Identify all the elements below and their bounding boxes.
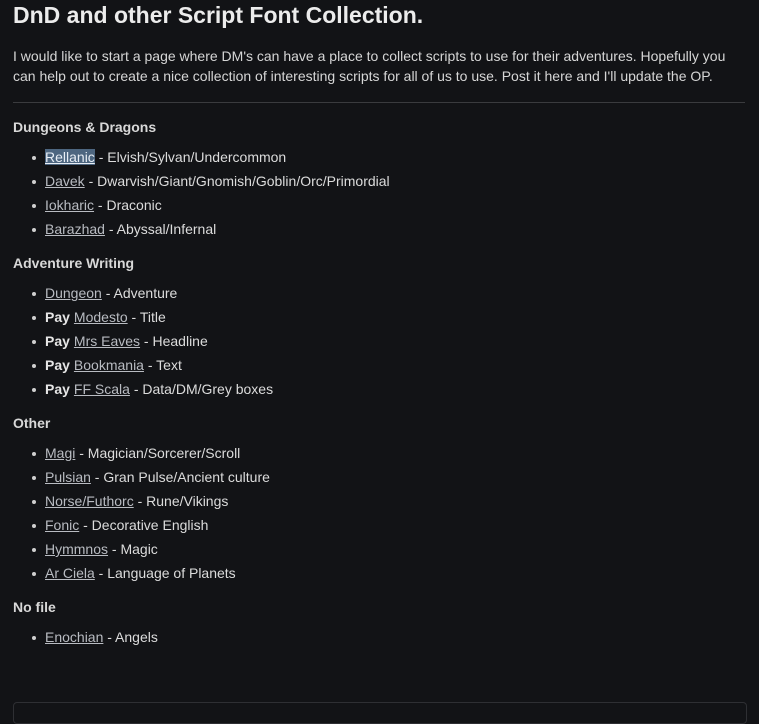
list-item: Pay Modesto - Title <box>32 305 745 329</box>
list-item: Pay Mrs Eaves - Headline <box>32 329 745 353</box>
list-item: Davek - Dwarvish/Giant/Gnomish/Goblin/Or… <box>32 169 745 193</box>
font-description: - Rune/Vikings <box>133 493 229 509</box>
page-title: DnD and other Script Font Collection. <box>13 2 424 28</box>
font-link[interactable]: Ar Ciela <box>45 565 95 581</box>
list-item: Enochian - Angels <box>32 625 745 649</box>
section: Adventure Writing Dungeon - Adventure Pay M… <box>13 253 745 401</box>
section-heading: Adventure Writing <box>13 255 135 271</box>
font-description: - Language of Planets <box>94 565 236 581</box>
font-sections: Dungeons & Dragons Rellanic - Elvish/Sylv… <box>13 117 745 661</box>
list-item: Iokharic - Draconic <box>32 193 745 217</box>
list-item: Hymmnos - Magic <box>32 537 745 561</box>
font-description: - Adventure <box>101 285 178 301</box>
font-description: - Gran Pulse/Ancient culture <box>90 469 270 485</box>
section-heading: Other <box>13 415 51 431</box>
pay-label: Pay <box>45 309 70 325</box>
font-list: Rellanic - Elvish/Sylvan/Undercommon Dave… <box>13 145 745 241</box>
intro-paragraph: I would like to start a page where DM's … <box>13 48 726 84</box>
pay-label: Pay <box>45 357 70 373</box>
section-heading: No file <box>13 599 56 615</box>
font-description: - Headline <box>140 333 208 349</box>
font-description: - Magic <box>108 541 158 557</box>
list-item: Fonic - Decorative English <box>32 513 745 537</box>
font-link[interactable]: Barazhad <box>45 221 105 237</box>
font-description: - Decorative English <box>79 517 209 533</box>
font-description: - Title <box>127 309 166 325</box>
section: Other Magi - Magician/Sorcerer/Scroll Puls… <box>13 413 745 585</box>
font-description: - Data/DM/Grey boxes <box>129 381 274 397</box>
font-link[interactable]: Modesto <box>74 309 128 325</box>
font-description: - Text <box>143 357 182 373</box>
font-link[interactable]: Iokharic <box>45 197 94 213</box>
list-item: Ar Ciela - Language of Planets <box>32 561 745 585</box>
font-link[interactable]: FF Scala <box>74 381 130 397</box>
font-link[interactable]: Hymmnos <box>45 541 108 557</box>
list-item: Barazhad - Abyssal/Infernal <box>32 217 745 241</box>
font-link[interactable]: Mrs Eaves <box>74 333 140 349</box>
font-description: - Angels <box>103 629 158 645</box>
reply-box[interactable] <box>13 702 747 724</box>
list-item: Rellanic - Elvish/Sylvan/Undercommon <box>32 145 745 169</box>
pay-label: Pay <box>45 381 70 397</box>
section: Dungeons & Dragons Rellanic - Elvish/Sylv… <box>13 117 745 241</box>
list-item: Magi - Magician/Sorcerer/Scroll <box>32 441 745 465</box>
list-item: Dungeon - Adventure <box>32 281 745 305</box>
font-list: Enochian - Angels <box>13 625 745 649</box>
font-list: Dungeon - Adventure Pay Modesto - Title Pay… <box>13 281 745 401</box>
font-link[interactable]: Norse/Futhorc <box>45 493 134 509</box>
font-link[interactable]: Magi <box>45 445 75 461</box>
divider <box>13 102 745 103</box>
font-link[interactable]: Dungeon <box>45 285 102 301</box>
section-heading: Dungeons & Dragons <box>13 119 157 135</box>
font-link[interactable]: Rellanic <box>45 149 95 165</box>
section: No file Enochian - Angels <box>13 597 745 649</box>
font-link[interactable]: Fonic <box>45 517 79 533</box>
list-item: Pay Bookmania - Text <box>32 353 745 377</box>
font-list: Magi - Magician/Sorcerer/Scroll Pulsian -… <box>13 441 745 585</box>
font-description: - Magician/Sorcerer/Scroll <box>75 445 241 461</box>
pay-label: Pay <box>45 333 70 349</box>
font-description: - Draconic <box>94 197 162 213</box>
font-description: - Abyssal/Infernal <box>104 221 217 237</box>
font-link[interactable]: Bookmania <box>74 357 144 373</box>
font-description: - Elvish/Sylvan/Undercommon <box>94 149 287 165</box>
list-item: Norse/Futhorc - Rune/Vikings <box>32 489 745 513</box>
list-item: Pulsian - Gran Pulse/Ancient culture <box>32 465 745 489</box>
font-link[interactable]: Davek <box>45 173 85 189</box>
font-description: - Dwarvish/Giant/Gnomish/Goblin/Orc/Prim… <box>84 173 390 189</box>
font-link[interactable]: Enochian <box>45 629 103 645</box>
font-link[interactable]: Pulsian <box>45 469 91 485</box>
list-item: Pay FF Scala - Data/DM/Grey boxes <box>32 377 745 401</box>
